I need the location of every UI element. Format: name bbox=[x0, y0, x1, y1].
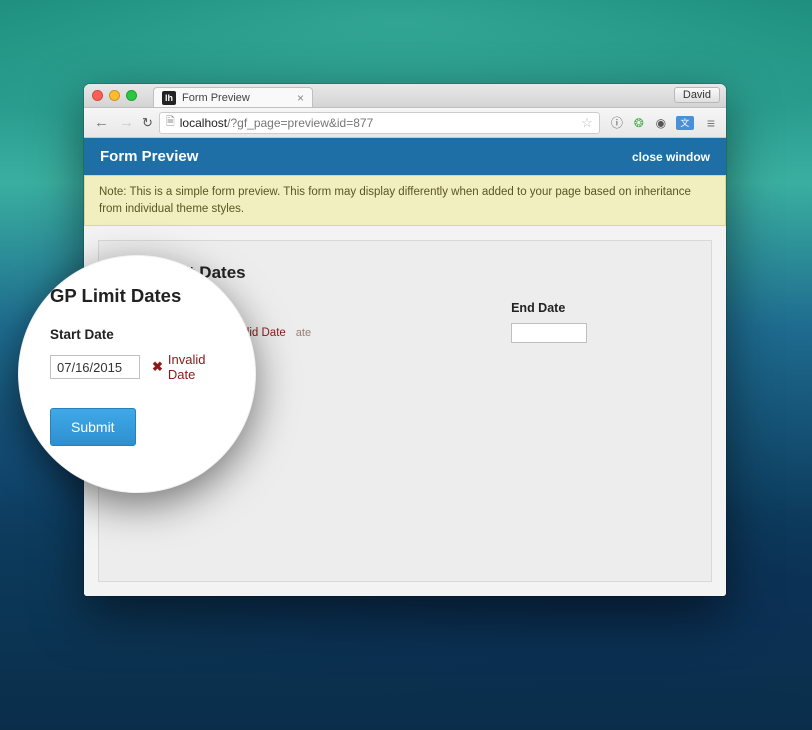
favicon-icon: lh bbox=[162, 91, 176, 105]
maximize-window-button[interactable] bbox=[126, 90, 137, 101]
minimize-window-button[interactable] bbox=[109, 90, 120, 101]
window-controls bbox=[92, 90, 137, 101]
forward-button[interactable]: → bbox=[117, 114, 136, 131]
zoom-form-title: GP Limit Dates bbox=[50, 285, 236, 307]
zoom-start-date-input[interactable] bbox=[50, 355, 140, 379]
extension-green-icon[interactable]: ❂ bbox=[632, 116, 646, 130]
address-bar[interactable]: 🗎 localhost/?gf_page=preview&id=877 ☆ bbox=[159, 112, 600, 134]
extension-orb-icon[interactable]: ◉ bbox=[654, 116, 668, 130]
reload-button[interactable]: ↻ bbox=[142, 115, 153, 131]
tab-form-preview[interactable]: lh Form Preview × bbox=[153, 87, 313, 107]
end-date-label: End Date bbox=[511, 301, 587, 315]
close-window-button[interactable] bbox=[92, 90, 103, 101]
extension-icons: ⓘ ❂ ◉ 文 bbox=[606, 116, 698, 130]
zoom-start-date-label: Start Date bbox=[50, 327, 236, 342]
page-icon: 🗎 bbox=[166, 113, 175, 132]
url-path: /?gf_page=preview&id=877 bbox=[227, 116, 373, 130]
profile-badge[interactable]: David bbox=[674, 87, 720, 103]
close-window-link[interactable]: close window bbox=[632, 150, 710, 164]
url-host: localhost bbox=[180, 116, 227, 130]
end-date-field: End Date bbox=[511, 301, 587, 343]
preview-header: Form Preview close window bbox=[84, 138, 726, 175]
preview-title: Form Preview bbox=[100, 148, 198, 165]
back-button[interactable]: ← bbox=[92, 114, 111, 131]
guide-text-fragment: ate bbox=[296, 327, 311, 339]
toolbar: ← → ↻ 🗎 localhost/?gf_page=preview&id=87… bbox=[84, 108, 726, 138]
bookmark-star-icon[interactable]: ☆ bbox=[581, 115, 593, 131]
tab-title: Form Preview bbox=[182, 92, 250, 104]
end-date-input[interactable] bbox=[511, 323, 587, 343]
extension-translate-icon[interactable]: 文 bbox=[676, 116, 694, 130]
tab-strip: lh Form Preview × bbox=[153, 84, 313, 107]
tab-close-icon[interactable]: × bbox=[297, 91, 304, 105]
extension-info-icon[interactable]: ⓘ bbox=[610, 116, 624, 130]
zoom-invalid-date-text: Invalid Date bbox=[168, 352, 236, 382]
zoom-submit-button[interactable]: Submit bbox=[50, 408, 136, 446]
titlebar: lh Form Preview × David bbox=[84, 84, 726, 108]
zoom-lens: GP Limit Dates Start Date ✖ Invalid Date… bbox=[18, 255, 256, 493]
zoom-error-x-icon: ✖ bbox=[152, 359, 163, 375]
preview-note: Note: This is a simple form preview. Thi… bbox=[84, 175, 726, 226]
menu-button[interactable]: ≡ bbox=[704, 115, 718, 131]
zoom-invalid-date-message: ✖ Invalid Date bbox=[152, 352, 236, 382]
